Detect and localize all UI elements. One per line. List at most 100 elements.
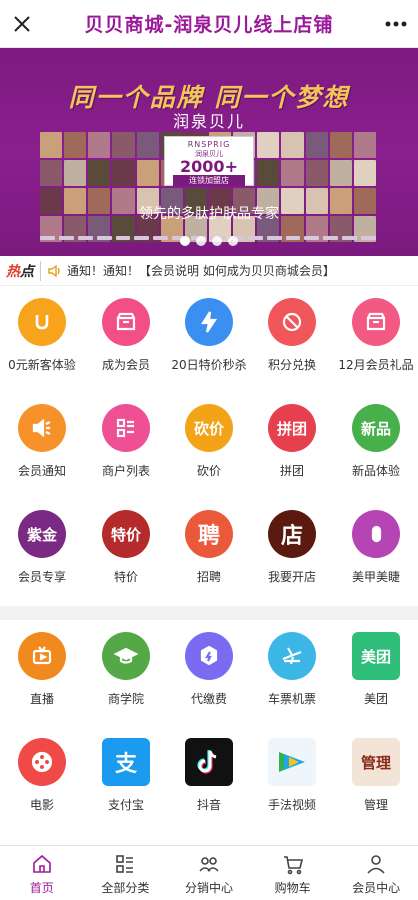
feature-label: 20日特价秒杀: [171, 358, 247, 372]
store-photo-tile: [64, 160, 87, 186]
gift-shop-icon: [352, 298, 400, 346]
service-label: 管理: [363, 798, 388, 812]
store-photo-tile: [353, 160, 376, 186]
tab-home[interactable]: 首页: [0, 846, 84, 900]
tab-label: 首页: [29, 881, 54, 895]
feature-item[interactable]: 美甲美睫: [334, 510, 418, 585]
feature-label: 会员通知: [17, 464, 66, 478]
list-icon: [102, 404, 150, 452]
banner-tagline: 领先的多肽护肤品专家: [139, 206, 279, 222]
video-icon: [268, 738, 316, 786]
feature-label: 特价: [113, 570, 138, 584]
store-photo-tile: [40, 160, 63, 186]
bargain-icon: 砍价: [185, 404, 233, 452]
feature-label: 我要开店: [267, 570, 316, 584]
service-item[interactable]: 抖音: [167, 738, 251, 813]
group-buy-icon: 拼团: [268, 404, 316, 452]
tab-cart[interactable]: 购物车: [251, 846, 335, 900]
speaker-icon: [48, 264, 60, 277]
carousel-dot[interactable]: [212, 236, 222, 246]
service-label: 电影: [29, 798, 54, 812]
home-icon: [32, 854, 51, 873]
tab-label: 会员中心: [352, 881, 401, 895]
film-icon: [18, 738, 66, 786]
feature-item[interactable]: 20日特价秒杀: [167, 298, 251, 373]
manage-icon: 管理: [352, 738, 400, 786]
store-photo-tile: [112, 160, 135, 186]
service-item[interactable]: 美团 美团: [334, 632, 418, 707]
tab-people[interactable]: 分销中心: [167, 846, 251, 900]
feature-label: 美甲美睫: [351, 570, 400, 584]
tab-category[interactable]: 全部分类: [84, 846, 168, 900]
feature-item[interactable]: 聘招聘: [167, 510, 251, 585]
service-item[interactable]: 车票机票: [250, 632, 334, 707]
tab-user[interactable]: 会员中心: [334, 846, 418, 900]
feature-item[interactable]: 砍价 砍价: [167, 404, 251, 479]
feature-item[interactable]: 0元新客体验: [0, 298, 84, 373]
feature-label: 拼团: [279, 464, 304, 478]
open-store-icon: 店: [268, 510, 316, 558]
carousel-dot[interactable]: [180, 236, 190, 246]
feature-item[interactable]: 紫金 会员专享: [0, 510, 84, 585]
feature-label: 会员专享: [17, 570, 66, 584]
feature-item[interactable]: 12月会员礼品: [334, 298, 418, 373]
tab-label: 购物车: [274, 881, 311, 895]
feature-label: 招聘: [196, 570, 221, 584]
feature-item[interactable]: 积分兑换: [250, 298, 334, 373]
bottom-tab-bar: 首页 全部分类 分销中心 购物车 会员中心: [0, 845, 418, 900]
banner-brand: 润泉贝儿: [172, 112, 245, 131]
franchise-card: RNSPRIG 润泉贝儿 2000+ 连锁加盟店: [164, 136, 254, 186]
notice-text: 通知！通知！【会员说明 如何成为贝贝商城会员】: [67, 264, 335, 278]
store-photo-tile: [64, 132, 87, 158]
store-photo-tile: [353, 132, 376, 158]
store-photo-tile: [281, 132, 304, 158]
feature-label: 成为会员: [101, 358, 150, 372]
feature-label: 新品体验: [351, 464, 400, 478]
service-item[interactable]: 支支付宝: [84, 738, 168, 813]
feature-label: 12月会员礼品: [338, 358, 414, 372]
feature-item[interactable]: 新品 新品体验: [334, 404, 418, 479]
service-label: 商学院: [107, 692, 144, 706]
service-item[interactable]: 直播: [0, 632, 84, 707]
service-item[interactable]: 代缴费: [167, 632, 251, 707]
payment-icon: [185, 632, 233, 680]
service-item[interactable]: 电影: [0, 738, 84, 813]
store-photo-tile: [88, 132, 111, 158]
alipay-icon: 支: [102, 738, 150, 786]
user-icon: [367, 855, 385, 874]
carousel-dot[interactable]: [196, 236, 206, 246]
more-button[interactable]: [374, 0, 418, 48]
feature-item[interactable]: 商户列表: [84, 404, 168, 479]
feature-item[interactable]: 特价 特价: [84, 510, 168, 585]
store-photo-tile: [329, 132, 352, 158]
feature-label: 积分兑换: [267, 358, 316, 372]
service-item[interactable]: 管理 管理: [334, 738, 418, 813]
feature-item[interactable]: 会员通知: [0, 404, 84, 479]
service-item[interactable]: 商学院: [84, 632, 168, 707]
carousel-dots[interactable]: [0, 236, 418, 246]
feature-item[interactable]: 店我要开店: [250, 510, 334, 585]
store-photo-tile: [281, 160, 304, 186]
member-badge-icon: 紫金: [18, 510, 66, 558]
recruit-icon: 聘: [185, 510, 233, 558]
no-coupon-icon: [268, 298, 316, 346]
service-item[interactable]: 手法视频: [250, 738, 334, 813]
nail-icon: [352, 510, 400, 558]
store-photo-tile: [88, 160, 111, 186]
carousel-dot[interactable]: [228, 236, 238, 246]
banner-carousel[interactable]: 同一个品牌 同一个梦想 润泉贝儿 RNSPRIG 润泉贝儿 2000+ 连锁加盟…: [0, 48, 418, 256]
service-label: 抖音: [196, 798, 221, 812]
notice-bar[interactable]: 热点 通知！通知！【会员说明 如何成为贝贝商城会员】: [0, 256, 418, 286]
close-button[interactable]: [0, 0, 44, 48]
service-label: 手法视频: [267, 798, 316, 812]
feature-item[interactable]: 成为会员: [84, 298, 168, 373]
meituan-icon: 美团: [352, 632, 400, 680]
store-photo-collage: RNSPRIG 润泉贝儿 2000+ 连锁加盟店: [40, 132, 376, 242]
tab-label: 全部分类: [101, 881, 150, 895]
store-photo-tile: [329, 160, 352, 186]
category-icon: [116, 855, 134, 873]
douyin-icon: [185, 738, 233, 786]
store-photo-tile: [40, 132, 63, 158]
feature-item[interactable]: 拼团 拼团: [250, 404, 334, 479]
tab-label: 分销中心: [184, 881, 233, 895]
